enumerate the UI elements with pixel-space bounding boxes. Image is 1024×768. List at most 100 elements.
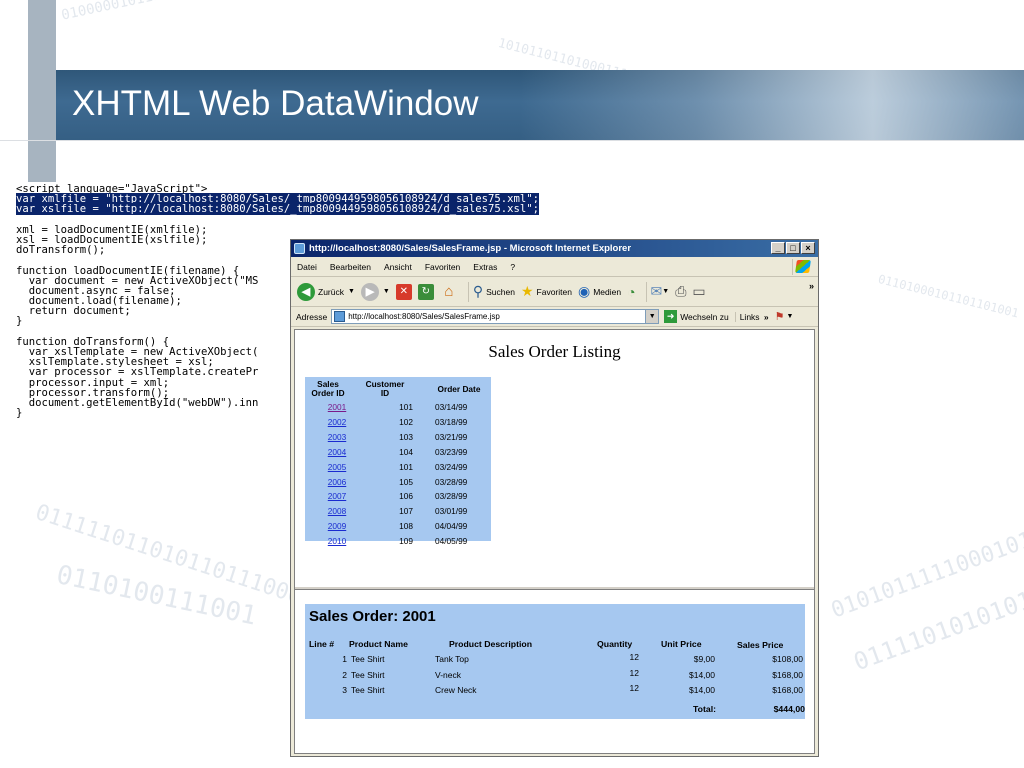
search-label: Suchen — [486, 286, 515, 297]
table-row: 3 Tee Shirt Crew Neck 12 $14,00 $168,00 — [305, 683, 805, 700]
menu-help[interactable]: ? — [510, 262, 515, 272]
address-input[interactable]: http://localhost:8080/Sales/SalesFrame.j… — [331, 309, 660, 324]
browser-content: Sales Order Listing Sales Order ID Custo… — [294, 329, 815, 754]
order-date-cell: 03/23/99 — [435, 446, 468, 457]
edit-button[interactable]: ▭ — [692, 283, 705, 300]
address-dropdown-icon[interactable]: ▼ — [645, 310, 659, 323]
go-button[interactable]: ➜ Wechseln zu — [664, 310, 729, 323]
order-id-link[interactable]: 2002 — [327, 417, 347, 427]
background-binary-text: 01101000101101101001 — [876, 272, 1021, 321]
header-product-description: Product Description — [449, 639, 533, 649]
order-detail: Sales Order: 2001 Line # Product Name Pr… — [305, 604, 805, 719]
window-titlebar[interactable]: http://localhost:8080/Sales/SalesFrame.j… — [291, 240, 818, 257]
menu-bearbeiten[interactable]: Bearbeiten — [330, 262, 371, 272]
order-date-cell: 03/01/99 — [435, 506, 468, 517]
stop-button[interactable]: ✕ — [395, 283, 412, 300]
table-row: 2001 101 03/14/99 — [305, 402, 491, 417]
media-globe-icon: ◉ — [577, 283, 591, 299]
line-number-cell: 2 — [342, 669, 347, 680]
close-button[interactable]: × — [801, 242, 815, 254]
history-button[interactable]: ◔ — [627, 284, 635, 300]
customer-id-cell: 106 — [399, 491, 413, 502]
menu-extras[interactable]: Extras — [473, 262, 497, 272]
search-button[interactable]: ⚲ Suchen — [473, 283, 515, 300]
star-icon: ★ — [520, 283, 534, 299]
stop-icon: ✕ — [395, 283, 412, 300]
back-button[interactable]: ◀ Zurück ▼ — [297, 282, 355, 301]
dropdown-arrow-icon[interactable]: ▼ — [662, 288, 669, 295]
favorites-label: Favoriten — [536, 286, 572, 297]
menu-datei[interactable]: Datei — [297, 262, 317, 272]
order-date-cell: 03/21/99 — [435, 431, 468, 442]
dropdown-arrow-icon[interactable]: ▼ — [348, 288, 355, 295]
decorative-divider — [0, 140, 1024, 141]
order-id-link[interactable]: 2009 — [327, 521, 347, 531]
home-icon: ⌂ — [444, 283, 454, 300]
customer-id-cell: 101 — [399, 461, 413, 472]
header-customer-id: Customer ID — [365, 379, 405, 398]
menu-favoriten[interactable]: Favoriten — [425, 262, 460, 272]
line-number-cell: 3 — [342, 685, 347, 695]
menu-ansicht[interactable]: Ansicht — [384, 262, 412, 272]
maximize-button[interactable]: □ — [786, 242, 800, 254]
table-row: 2003 103 03/21/99 — [305, 432, 491, 447]
order-id-link[interactable]: 2005 — [327, 462, 347, 472]
address-bar: Adresse http://localhost:8080/Sales/Sale… — [291, 307, 818, 327]
quantity-cell: 12 — [629, 683, 639, 693]
toolbar-overflow-icon[interactable]: » — [809, 281, 814, 291]
forward-arrow-icon: ▶ — [360, 282, 379, 301]
order-id-link[interactable]: 2007 — [327, 491, 347, 501]
header-product-name: Product Name — [349, 639, 408, 649]
order-id-link[interactable]: 2008 — [327, 506, 347, 516]
order-id-link[interactable]: 2010 — [327, 536, 347, 546]
table-row: 2008 107 03/01/99 — [305, 506, 491, 521]
customer-id-cell: 103 — [399, 431, 413, 442]
customer-id-cell: 108 — [399, 521, 413, 532]
address-url: http://localhost:8080/Sales/SalesFrame.j… — [348, 312, 500, 321]
highlighted-code: var xslfile = "http://localhost:8080/Sal… — [16, 203, 539, 216]
print-button[interactable]: ⎙ — [675, 283, 686, 300]
customer-id-cell: 107 — [399, 506, 413, 517]
table-row: 2009 108 04/04/99 — [305, 521, 491, 536]
order-id-link[interactable]: 2003 — [327, 432, 347, 442]
quantity-cell: 12 — [629, 652, 639, 662]
order-id-link[interactable]: 2004 — [327, 447, 347, 457]
refresh-button[interactable]: ↻ — [417, 283, 434, 300]
go-label: Wechseln zu — [680, 311, 729, 322]
header-line-number: Line # — [309, 639, 335, 649]
mail-button[interactable]: ✉ ▼ — [651, 283, 670, 300]
back-arrow-icon: ◀ — [297, 282, 315, 301]
product-description-cell: V-neck — [435, 669, 461, 680]
order-date-cell: 03/14/99 — [435, 402, 468, 412]
product-description-cell: Crew Neck — [435, 685, 477, 695]
dropdown-arrow-icon[interactable]: ▼ — [787, 313, 794, 320]
addon-icon[interactable]: ⚑ — [775, 310, 785, 323]
dropdown-arrow-icon[interactable]: ▼ — [383, 288, 390, 295]
minimize-button[interactable]: _ — [771, 242, 785, 254]
media-button[interactable]: ◉ Medien — [578, 283, 621, 300]
product-name-cell: Tee Shirt — [351, 669, 385, 680]
table-row: 2007 106 03/28/99 — [305, 491, 491, 506]
customer-id-cell: 102 — [399, 416, 413, 427]
links-button[interactable]: Links » — [734, 311, 769, 322]
mail-icon: ✉ — [650, 283, 663, 299]
listing-title: Sales Order Listing — [488, 342, 621, 361]
unit-price-cell: $14,00 — [689, 685, 715, 695]
refresh-icon: ↻ — [417, 283, 434, 300]
background-binary-text: 01000001011101010100100001100001 — [60, 0, 327, 24]
order-id-link[interactable]: 2006 — [327, 477, 347, 487]
toolbar-separator — [467, 281, 469, 302]
favorites-button[interactable]: ★ Favoriten — [521, 283, 572, 300]
window-title: http://localhost:8080/Sales/SalesFrame.j… — [309, 243, 632, 254]
table-row: 2005 101 03/24/99 — [305, 462, 491, 477]
toolbar: ◀ Zurück ▼ ▶ ▼ ✕ ↻ ⌂ ⚲ Suchen ★ Favorite… — [291, 277, 818, 307]
ie-icon — [294, 243, 305, 254]
order-id-link[interactable]: 2001 — [327, 402, 347, 412]
total-value: $444,00 — [773, 704, 805, 714]
header-sales-order-id: Sales Order ID — [311, 379, 345, 398]
home-button[interactable]: ⌂ — [440, 283, 458, 301]
customer-id-cell: 101 — [399, 402, 413, 412]
printer-icon: ⎙ — [675, 283, 687, 299]
forward-button[interactable]: ▶ ▼ — [360, 282, 390, 301]
windows-flag-icon — [792, 259, 812, 275]
